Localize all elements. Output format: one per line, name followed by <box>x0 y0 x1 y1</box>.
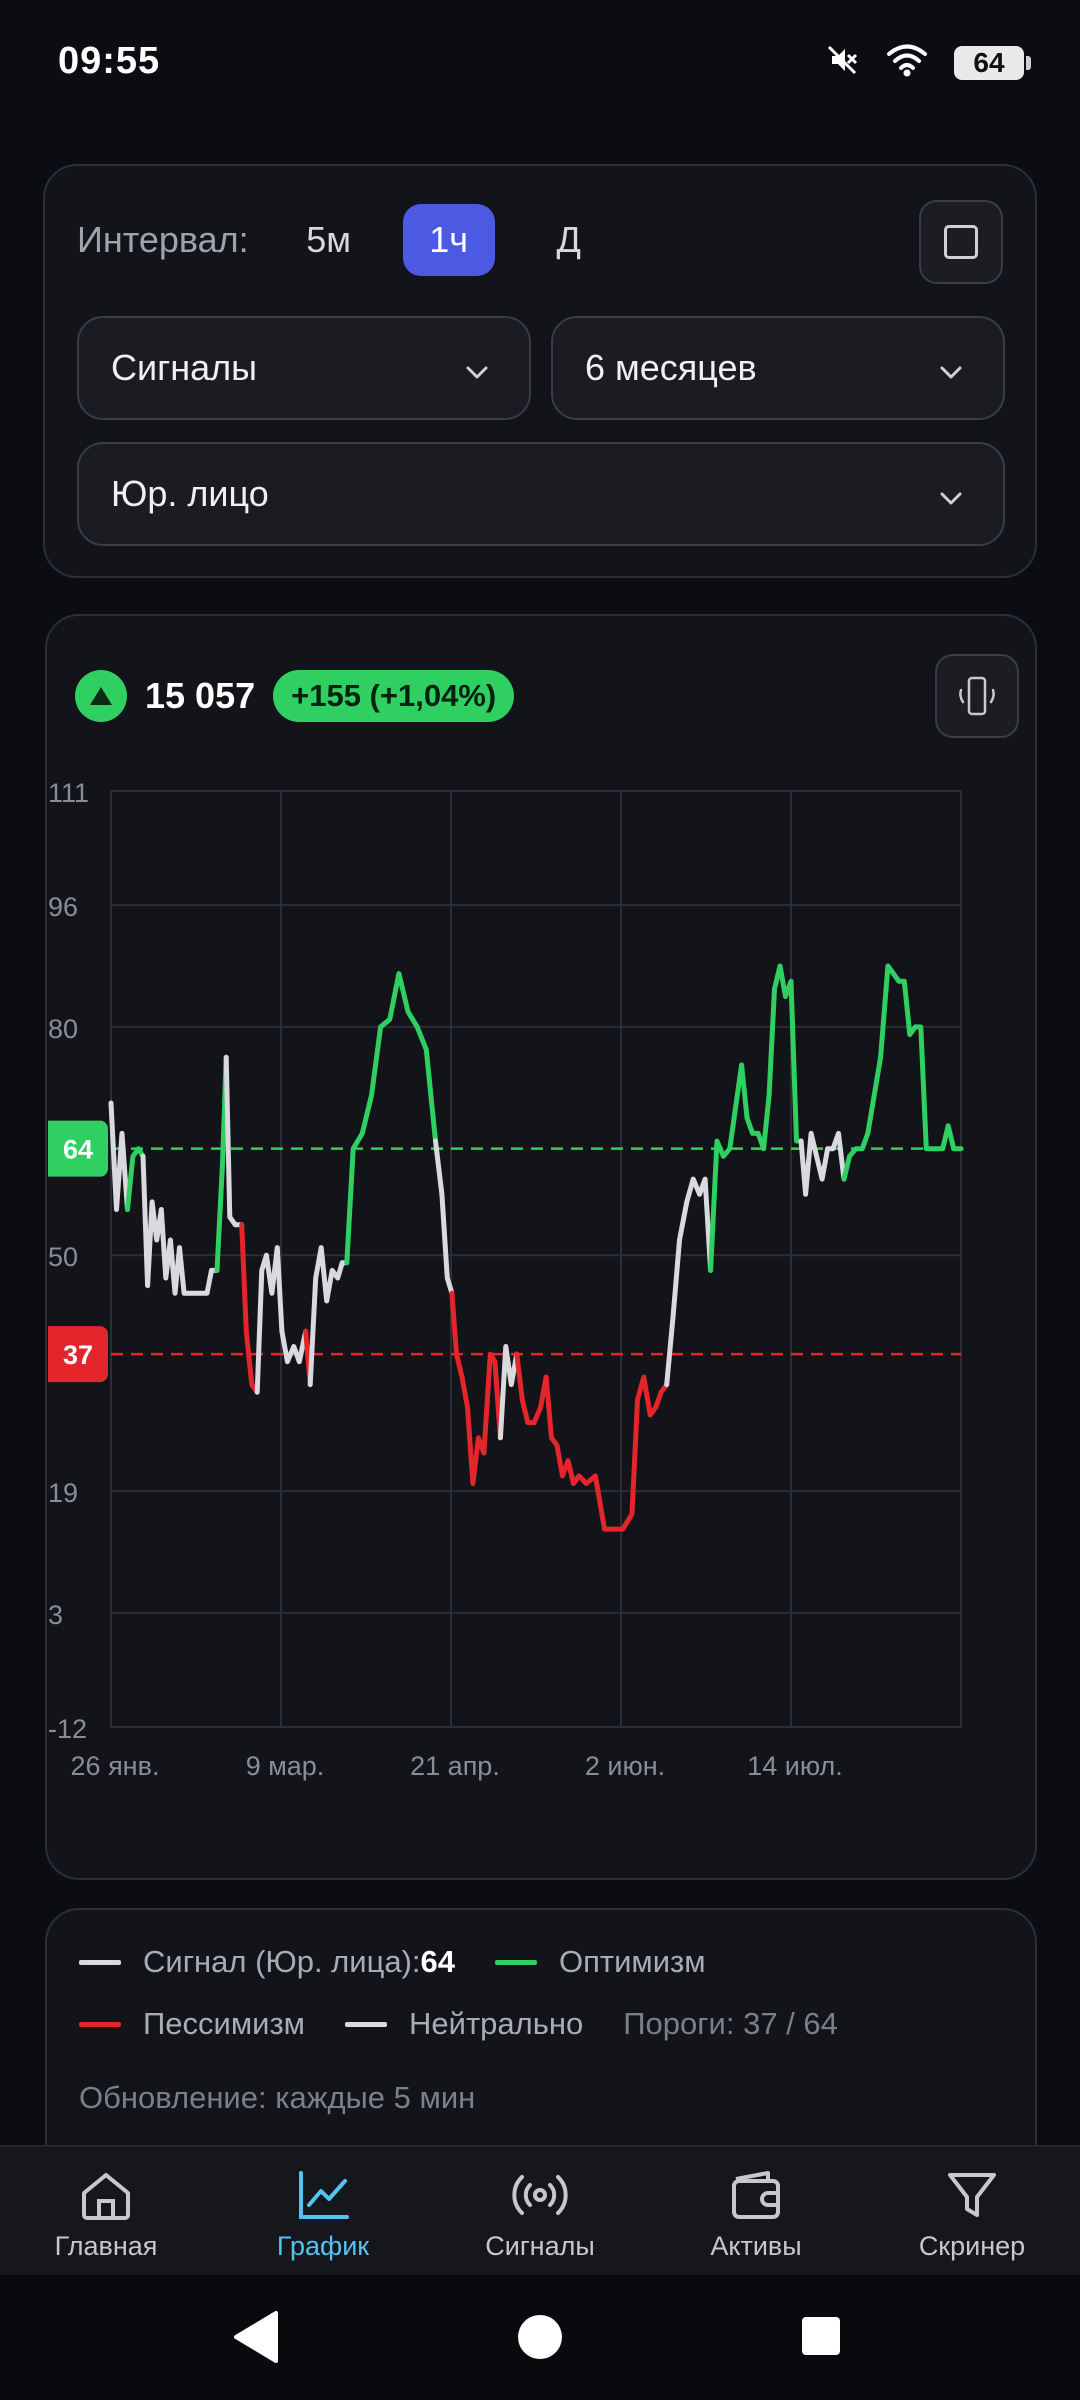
wallet-icon <box>732 2171 780 2219</box>
legend-signal-label: Сигнал (Юр. лица) <box>143 1944 412 1979</box>
fullscreen-button[interactable] <box>919 200 1003 284</box>
nav-label: Главная <box>54 2231 158 2261</box>
nav-assets[interactable]: Активы <box>666 2165 846 2262</box>
home-icon <box>82 2173 130 2220</box>
rotate-screen-button[interactable] <box>935 654 1019 738</box>
chart-card: 15 057 +155 (+1,04%) <box>45 614 1037 1880</box>
indicator-select-value: Сигналы <box>111 347 258 388</box>
legend-optimism: Оптимизм <box>495 1944 706 1980</box>
status-time: 09:55 <box>58 40 161 82</box>
recents-icon[interactable] <box>802 2317 840 2355</box>
square-icon <box>944 225 978 259</box>
legend-pessimism-label: Пессимизм <box>143 2006 305 2041</box>
status-bar: 09:55 64 <box>0 0 1080 130</box>
legend-swatch <box>79 1959 121 1965</box>
interval-selector: Интервал: 5м 1ч Д <box>77 204 643 276</box>
nav-home[interactable]: Главная <box>16 2165 196 2262</box>
bottom-nav: Главная График Сигналы Активы Скринер <box>0 2145 1080 2275</box>
nav-chart[interactable]: График <box>233 2165 413 2262</box>
legend-row-2: Пессимизм Нейтрально Пороги: 37 / 64 <box>79 2006 838 2042</box>
filter-icon <box>948 2173 996 2217</box>
legend-signal-separator: : <box>411 1944 421 1979</box>
nav-label: Активы <box>710 2231 802 2261</box>
interval-1h[interactable]: 1ч <box>402 204 495 276</box>
mute-icon <box>824 42 860 83</box>
chart-icon <box>299 2171 349 2219</box>
interval-5m[interactable]: 5м <box>283 204 375 276</box>
price-summary: 15 057 +155 (+1,04%) <box>75 670 515 722</box>
legend-swatch <box>345 2021 387 2027</box>
legend-signal: Сигнал (Юр. лица): 64 <box>79 1944 455 1980</box>
battery-indicator: 64 <box>954 45 1031 80</box>
legend-pessimism: Пессимизм <box>79 2006 305 2042</box>
legend-thresholds: Пороги: 37 / 64 <box>623 2006 838 2041</box>
price-value: 15 057 <box>145 675 256 716</box>
nav-label: Скринер <box>918 2231 1026 2261</box>
entity-select-value: Юр. лицо <box>111 473 269 514</box>
period-select[interactable]: 6 месяцев <box>551 316 1005 420</box>
entity-select[interactable]: Юр. лицо <box>77 442 1005 546</box>
chevron-down-icon <box>463 354 491 396</box>
back-icon[interactable] <box>234 2311 278 2363</box>
change-badge: +155 (+1,04%) <box>273 670 515 722</box>
broadcast-icon <box>512 2175 568 2215</box>
legend-swatch <box>495 1959 538 1965</box>
update-info: Обновление: каждые 5 мин <box>79 2080 476 2115</box>
legend-signal-value: 64 <box>420 1944 456 1979</box>
chevron-down-icon <box>937 480 965 522</box>
interval-day[interactable]: Д <box>523 204 615 276</box>
nav-signals[interactable]: Сигналы <box>450 2165 630 2262</box>
rotate-phone-icon <box>959 676 995 716</box>
home-circle-icon[interactable] <box>518 2315 562 2359</box>
nav-screener[interactable]: Скринер <box>882 2165 1062 2262</box>
arrow-up-icon <box>75 670 127 722</box>
nav-label: Сигналы <box>485 2231 595 2261</box>
indicator-select[interactable]: Сигналы <box>77 316 531 420</box>
period-select-value: 6 месяцев <box>585 347 757 388</box>
system-nav-bar <box>0 2275 1080 2400</box>
legend-swatch <box>79 2021 121 2027</box>
nav-label: График <box>276 2231 370 2261</box>
controls-card: Интервал: 5м 1ч Д Сигналы 6 месяцев Юр. … <box>43 164 1037 578</box>
legend-row-1: Сигнал (Юр. лица): 64 Оптимизм <box>79 1944 746 1980</box>
chevron-down-icon <box>937 354 965 396</box>
status-icons: 64 <box>824 42 1031 83</box>
legend-neutral-label: Нейтрально <box>409 2006 584 2041</box>
wifi-icon <box>886 43 928 82</box>
interval-label: Интервал: <box>77 219 249 260</box>
legend-neutral: Нейтрально <box>345 2006 583 2042</box>
legend-card: Сигнал (Юр. лица): 64 Оптимизм Пессимизм… <box>45 1908 1037 2148</box>
legend-optimism-label: Оптимизм <box>559 1944 706 1979</box>
